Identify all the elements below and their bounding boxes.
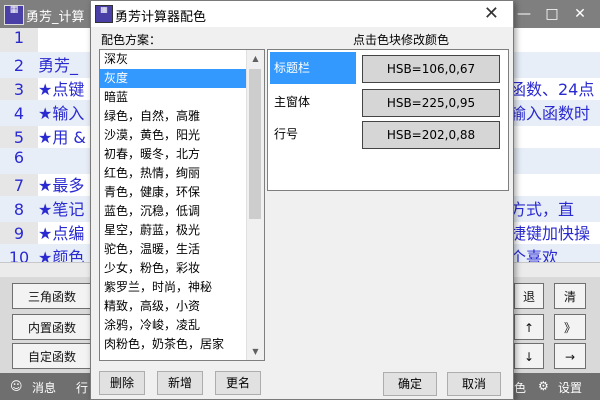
settings-gear-icon[interactable]: ⚙ bbox=[538, 379, 549, 393]
scheme-list-item[interactable]: 青色，健康，环保 bbox=[100, 183, 248, 202]
dialog-title-bar: ▦ 勇芳计算器配色 ✕ bbox=[91, 1, 513, 27]
dialog-app-icon: ▦ bbox=[95, 5, 113, 23]
main-window-color-swatch[interactable]: HSB=225,0,95 bbox=[362, 89, 500, 117]
close-button[interactable]: ✕ bbox=[566, 6, 594, 22]
scheme-list-item[interactable]: 红色，热情，绚丽 bbox=[100, 164, 248, 183]
scroll-down-icon[interactable]: ▼ bbox=[247, 343, 264, 360]
color-row-label[interactable]: 主窗体 bbox=[270, 86, 356, 118]
cancel-button[interactable]: 取消 bbox=[447, 372, 501, 396]
scheme-list-item[interactable]: 驼色，温暖，生活 bbox=[100, 240, 248, 259]
status-row: 行 bbox=[76, 381, 89, 395]
custom-functions-button[interactable]: 自定函数 bbox=[12, 343, 92, 369]
backspace-key[interactable]: 退 bbox=[514, 283, 544, 309]
rename-button[interactable]: 更名 bbox=[215, 371, 261, 395]
scheme-list-item[interactable]: 深灰 bbox=[100, 50, 248, 69]
scheme-list-item[interactable]: 初春，暖冬，北方 bbox=[100, 145, 248, 164]
line-number-color-swatch[interactable]: HSB=202,0,88 bbox=[362, 121, 500, 149]
builtin-functions-button[interactable]: 内置函数 bbox=[12, 314, 92, 340]
scroll-thumb[interactable] bbox=[249, 69, 261, 219]
editor-text-fragment: 方式，直 bbox=[510, 200, 575, 219]
color-row-line-number[interactable]: 行号 HSB=202,0,88 bbox=[270, 118, 506, 150]
scheme-list-item[interactable]: 少女，粉色，彩妆 bbox=[100, 259, 248, 278]
delete-button[interactable]: 删除 bbox=[99, 371, 145, 395]
minimize-button[interactable]: — bbox=[510, 6, 538, 22]
color-row-label[interactable]: 行号 bbox=[270, 118, 356, 150]
title-bar-color-swatch[interactable]: HSB=106,0,67 bbox=[362, 55, 500, 83]
scheme-list[interactable]: 深灰 灰度 暗蓝 绿色，自然，高雅 沙漠，黄色，阳光 初春，暖冬，北方 红色，热情，绚丽 青色… bbox=[99, 49, 265, 361]
message-icon[interactable]: ☺ bbox=[10, 379, 23, 393]
color-row-title-bar[interactable]: 标题栏 HSB=106,0,67 bbox=[270, 52, 506, 84]
dialog-title: 勇芳计算器配色 bbox=[115, 10, 207, 25]
ok-button[interactable]: 确定 bbox=[383, 372, 437, 396]
trig-functions-button[interactable]: 三角函数 bbox=[12, 283, 92, 309]
scheme-list-scrollbar[interactable]: ▲ ▼ bbox=[246, 50, 264, 360]
color-edit-label: 点击色块修改颜色 bbox=[353, 33, 450, 47]
editor-text-fragment: 输入函数时 bbox=[510, 104, 591, 123]
color-row-label[interactable]: 标题栏 bbox=[270, 52, 356, 84]
scheme-list-item[interactable]: 精致，高级，小资 bbox=[100, 297, 248, 316]
app-icon: ▦ bbox=[4, 5, 24, 25]
scheme-list-item[interactable]: 星空，蔚蓝，极光 bbox=[100, 221, 248, 240]
editor-text-fragment: 函数、24点 bbox=[510, 80, 595, 99]
add-button[interactable]: 新增 bbox=[157, 371, 203, 395]
right-arrow-key[interactable]: → bbox=[554, 343, 586, 369]
maximize-button[interactable]: □ bbox=[538, 6, 566, 22]
scheme-list-label: 配色方案： bbox=[101, 33, 162, 47]
scheme-list-item[interactable]: 灰度 bbox=[100, 69, 248, 88]
scheme-list-item[interactable]: 涂鸦，冷峻，凌乱 bbox=[100, 316, 248, 335]
clear-key[interactable]: 清 bbox=[554, 283, 586, 309]
scheme-list-item[interactable]: 绿色，自然，高雅 bbox=[100, 107, 248, 126]
scheme-list-item[interactable]: 肉粉色，奶茶色，居家 bbox=[100, 335, 248, 354]
main-window-title: 勇芳_计算 bbox=[26, 10, 85, 25]
scheme-list-item[interactable]: 沙漠，黄色，阳光 bbox=[100, 126, 248, 145]
down-arrow-key[interactable]: ↓ bbox=[514, 343, 544, 369]
color-row-main-window[interactable]: 主窗体 HSB=225,0,95 bbox=[270, 86, 506, 118]
dialog-close-icon[interactable]: ✕ bbox=[484, 3, 499, 24]
scroll-up-icon[interactable]: ▲ bbox=[247, 50, 264, 67]
color-element-panel: 标题栏 HSB=106,0,67 主窗体 HSB=225,0,95 行号 HSB… bbox=[267, 49, 509, 191]
status-settings[interactable]: 设置 bbox=[558, 379, 582, 396]
status-color[interactable]: 色 bbox=[514, 379, 526, 396]
editor-text-fragment: 捷键加快操 bbox=[510, 224, 591, 243]
scheme-list-item[interactable]: 暗蓝 bbox=[100, 88, 248, 107]
color-scheme-dialog: ▦ 勇芳计算器配色 ✕ 配色方案： 点击色块修改颜色 深灰 灰度 暗蓝 绿色，自然，高… bbox=[90, 0, 514, 400]
status-messages[interactable]: 消息 bbox=[32, 379, 56, 396]
scheme-list-item[interactable]: 紫罗兰，时尚，神秘 bbox=[100, 278, 248, 297]
scheme-list-item[interactable]: 蓝色，沉稳，低调 bbox=[100, 202, 248, 221]
up-arrow-key[interactable]: ↑ bbox=[514, 314, 544, 340]
double-right-key[interactable]: 》 bbox=[554, 314, 586, 340]
